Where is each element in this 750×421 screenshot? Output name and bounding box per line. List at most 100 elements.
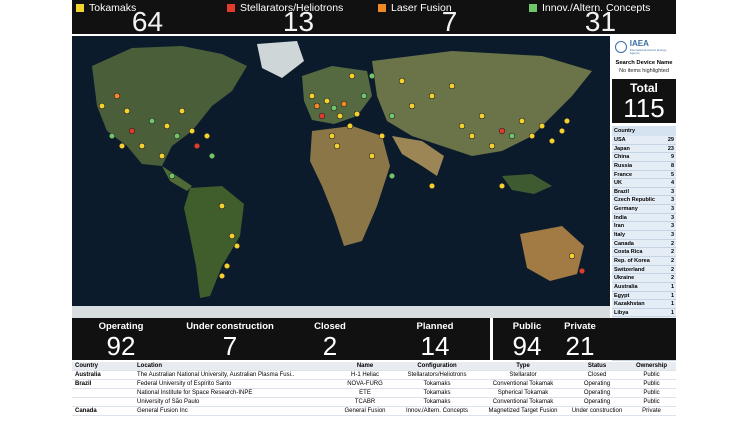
device-marker[interactable] xyxy=(218,202,226,210)
device-marker[interactable] xyxy=(123,107,131,115)
device-marker[interactable] xyxy=(318,112,326,120)
header-configuration[interactable]: Configuration xyxy=(395,362,479,370)
category-laser-fusion[interactable]: Laser Fusion 7 xyxy=(374,0,525,36)
device-marker[interactable] xyxy=(448,82,456,90)
country-row[interactable]: Rep. of Korea 2 xyxy=(612,257,676,266)
status-operating[interactable]: Operating 92 xyxy=(86,318,156,359)
header-status[interactable]: Status xyxy=(567,362,627,370)
device-marker[interactable] xyxy=(558,127,566,135)
device-marker[interactable] xyxy=(458,122,466,130)
device-marker[interactable] xyxy=(223,262,231,270)
map-attribution[interactable]: © 2020 Mapbox © OpenStreetMap xyxy=(75,310,152,316)
ownership-private[interactable]: Private 21 xyxy=(550,318,610,359)
device-marker[interactable] xyxy=(203,132,211,140)
country-row[interactable]: Italy 3 xyxy=(612,231,676,240)
device-marker[interactable] xyxy=(498,127,506,135)
device-marker[interactable] xyxy=(563,117,571,125)
country-row[interactable]: Canada 2 xyxy=(612,240,676,249)
device-marker[interactable] xyxy=(388,112,396,120)
device-marker[interactable] xyxy=(353,110,361,118)
device-marker[interactable] xyxy=(378,132,386,140)
table-row[interactable]: Australia The Australian National Univers… xyxy=(72,371,676,380)
device-marker[interactable] xyxy=(468,132,476,140)
country-row[interactable]: Costa Rica 2 xyxy=(612,248,676,257)
device-marker[interactable] xyxy=(218,272,226,280)
country-row[interactable]: Iran 3 xyxy=(612,222,676,232)
device-marker[interactable] xyxy=(148,117,156,125)
category-innov-altern[interactable]: Innov./Altern. Concepts 31 xyxy=(525,0,676,36)
device-marker[interactable] xyxy=(168,172,176,180)
device-marker[interactable] xyxy=(328,132,336,140)
country-row[interactable]: Japan 23 xyxy=(612,145,676,154)
device-marker[interactable] xyxy=(113,92,121,100)
device-marker[interactable] xyxy=(508,132,516,140)
ownership-public[interactable]: Public 94 xyxy=(497,318,557,359)
country-row[interactable]: Czech Republic 3 xyxy=(612,196,676,206)
device-marker[interactable] xyxy=(528,132,536,140)
country-row[interactable]: India 3 xyxy=(612,214,676,223)
device-marker[interactable] xyxy=(398,77,406,85)
country-row[interactable]: Brazil 3 xyxy=(612,188,676,197)
country-row[interactable]: USA 29 xyxy=(612,136,676,145)
header-country[interactable]: Country xyxy=(72,362,137,370)
device-marker[interactable] xyxy=(178,107,186,115)
country-row[interactable]: Ukraine 2 xyxy=(612,274,676,283)
device-marker[interactable] xyxy=(118,142,126,150)
device-marker[interactable] xyxy=(330,104,338,112)
country-row[interactable]: Libya 1 xyxy=(612,309,676,318)
category-tokamaks[interactable]: Tokamaks 64 xyxy=(72,0,223,36)
device-marker[interactable] xyxy=(428,182,436,190)
device-marker[interactable] xyxy=(158,152,166,160)
table-row[interactable]: University of São Paulo TCABR Tokamaks Conv… xyxy=(72,398,676,407)
device-marker[interactable] xyxy=(346,122,354,130)
device-marker[interactable] xyxy=(233,242,241,250)
device-marker[interactable] xyxy=(408,102,416,110)
country-row[interactable]: France 5 xyxy=(612,171,676,180)
table-row[interactable]: National Institute for Space Research-IN… xyxy=(72,389,676,398)
device-marker[interactable] xyxy=(368,72,376,80)
device-marker[interactable] xyxy=(208,152,216,160)
status-planned[interactable]: Planned 14 xyxy=(400,318,470,359)
device-marker[interactable] xyxy=(193,142,201,150)
device-marker[interactable] xyxy=(518,117,526,125)
world-map-canvas[interactable] xyxy=(72,36,610,318)
country-row[interactable]: Kazakhstan 1 xyxy=(612,300,676,309)
header-location[interactable]: Location xyxy=(137,362,335,370)
device-marker[interactable] xyxy=(340,100,348,108)
device-marker[interactable] xyxy=(348,72,356,80)
country-row[interactable]: Egypt 1 xyxy=(612,292,676,301)
device-marker[interactable] xyxy=(568,252,576,260)
device-marker[interactable] xyxy=(228,232,236,240)
device-marker[interactable] xyxy=(360,92,368,100)
device-marker[interactable] xyxy=(368,152,376,160)
country-row[interactable]: Switzerland 2 xyxy=(612,266,676,275)
device-marker[interactable] xyxy=(313,102,321,110)
search-device-title[interactable]: Search Device Name xyxy=(612,60,676,66)
device-marker[interactable] xyxy=(323,97,331,105)
country-row[interactable]: Australia 1 xyxy=(612,283,676,292)
device-marker[interactable] xyxy=(578,267,586,275)
device-marker[interactable] xyxy=(188,127,196,135)
device-marker[interactable] xyxy=(428,92,436,100)
status-under-construction[interactable]: Under construction 7 xyxy=(180,318,280,359)
country-row[interactable]: UK 4 xyxy=(612,179,676,188)
country-row[interactable]: Russia 8 xyxy=(612,162,676,171)
table-row[interactable]: Canada General Fusion Inc General Fusion In… xyxy=(72,407,676,416)
device-marker[interactable] xyxy=(333,142,341,150)
country-row[interactable]: China 9 xyxy=(612,153,676,162)
device-marker[interactable] xyxy=(173,132,181,140)
device-marker[interactable] xyxy=(308,92,316,100)
device-marker[interactable] xyxy=(498,182,506,190)
device-marker[interactable] xyxy=(538,122,546,130)
device-marker[interactable] xyxy=(548,137,556,145)
world-map[interactable]: © 2020 Mapbox © OpenStreetMap xyxy=(72,36,610,318)
device-marker[interactable] xyxy=(163,122,171,130)
device-marker[interactable] xyxy=(108,132,116,140)
device-marker[interactable] xyxy=(128,127,136,135)
device-marker[interactable] xyxy=(336,112,344,120)
country-row[interactable]: Germany 3 xyxy=(612,205,676,214)
category-stellarators[interactable]: Stellarators/Heliotrons 13 xyxy=(223,0,374,36)
status-closed[interactable]: Closed 2 xyxy=(300,318,360,359)
header-type[interactable]: Type xyxy=(479,362,567,370)
header-ownership[interactable]: Ownership xyxy=(627,362,676,370)
